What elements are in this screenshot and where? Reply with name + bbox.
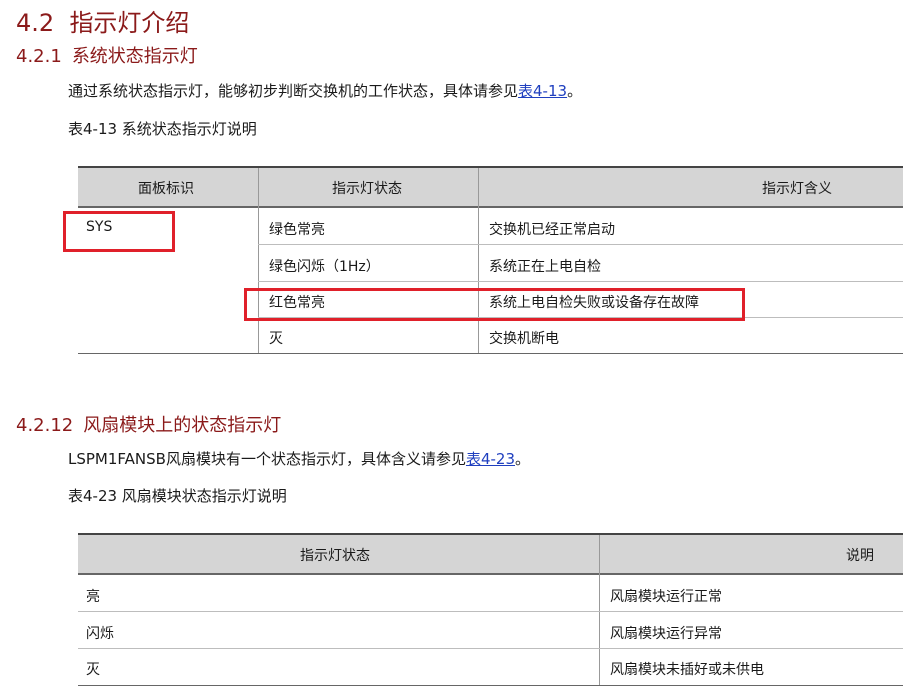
table-row-rule [78,611,903,612]
table-link-4-13[interactable]: 表4-13 [518,82,567,100]
paragraph-fan: LSPM1FANSB风扇模块有一个状态指示灯，具体含义请参见表4-23。 [68,448,530,469]
paragraph-text: LSPM1FANSB风扇模块有一个状态指示灯，具体含义请参见 [68,450,466,468]
table-row-rule [78,648,903,649]
subsection-number: 4.2.12 [16,415,74,436]
paragraph-end: 。 [515,450,531,468]
subsection-heading-fan: 4.2.12 风扇模块上的状态指示灯 [16,411,281,437]
highlight-box-sys [63,211,175,252]
table-cell-state: 灭 [86,662,100,678]
table-col-divider [258,168,259,354]
subsection-number: 4.2.1 [16,46,62,67]
section-title: 指示灯介绍 [69,9,190,37]
table-cell-meaning: 交换机已经正常启动 [489,222,615,238]
table-header-state: 指示灯状态 [332,181,402,197]
table-header-panel: 面板标识 [138,181,194,197]
table-cell-meaning: 系统正在上电自检 [489,259,601,275]
table-row-rule [258,244,903,245]
table-cell-state: 灭 [269,331,283,347]
table-bottom-rule [78,353,903,354]
table-cell-meaning: 风扇模块运行正常 [610,589,722,605]
table-header-row [78,535,903,573]
table-bottom-rule [78,685,903,686]
table-cell-state: 绿色常亮 [269,222,325,238]
section-heading: 4.2 指示灯介绍 [16,3,189,38]
paragraph-end: 。 [567,82,583,100]
table-header-state: 指示灯状态 [300,548,370,564]
table-cell-meaning: 风扇模块运行异常 [610,626,722,642]
table-cell-state: 绿色闪烁（1Hz） [269,259,380,275]
table-link-4-23[interactable]: 表4-23 [466,450,515,468]
highlight-box-red-steady [244,288,745,321]
table-header-rule [78,206,903,208]
table-header-meaning: 指示灯含义 [762,181,832,197]
paragraph-system: 通过系统状态指示灯，能够初步判断交换机的工作状态，具体请参见表4-13。 [68,80,582,101]
table-cell-meaning: 交换机断电 [489,331,559,347]
subsection-title: 系统状态指示灯 [71,46,198,67]
table-cell-meaning: 风扇模块未插好或未供电 [610,662,764,678]
table-row-rule [258,281,903,282]
table-col-divider [478,168,479,354]
table-cell-state: 闪烁 [86,626,114,642]
subsection-heading-system: 4.2.1 系统状态指示灯 [16,42,198,68]
table-cell-state: 亮 [86,589,100,605]
table-header-description: 说明 [846,548,874,564]
paragraph-text: 通过系统状态指示灯，能够初步判断交换机的工作状态，具体请参见 [68,82,519,100]
table-caption-4-23: 表4-23 风扇模块状态指示灯说明 [68,487,287,505]
table-caption-4-13: 表4-13 系统状态指示灯说明 [68,120,257,138]
subsection-title: 风扇模块上的状态指示灯 [83,415,282,436]
table-4-13: 面板标识 指示灯状态 指示灯含义 SYS 绿色常亮 交换机已经正常启动 绿色闪烁… [78,166,903,354]
table-4-23: 指示灯状态 说明 亮 风扇模块运行正常 闪烁 风扇模块运行异常 灭 风扇模块未插… [78,533,903,686]
section-number: 4.2 [16,9,55,37]
table-header-rule [78,573,903,575]
